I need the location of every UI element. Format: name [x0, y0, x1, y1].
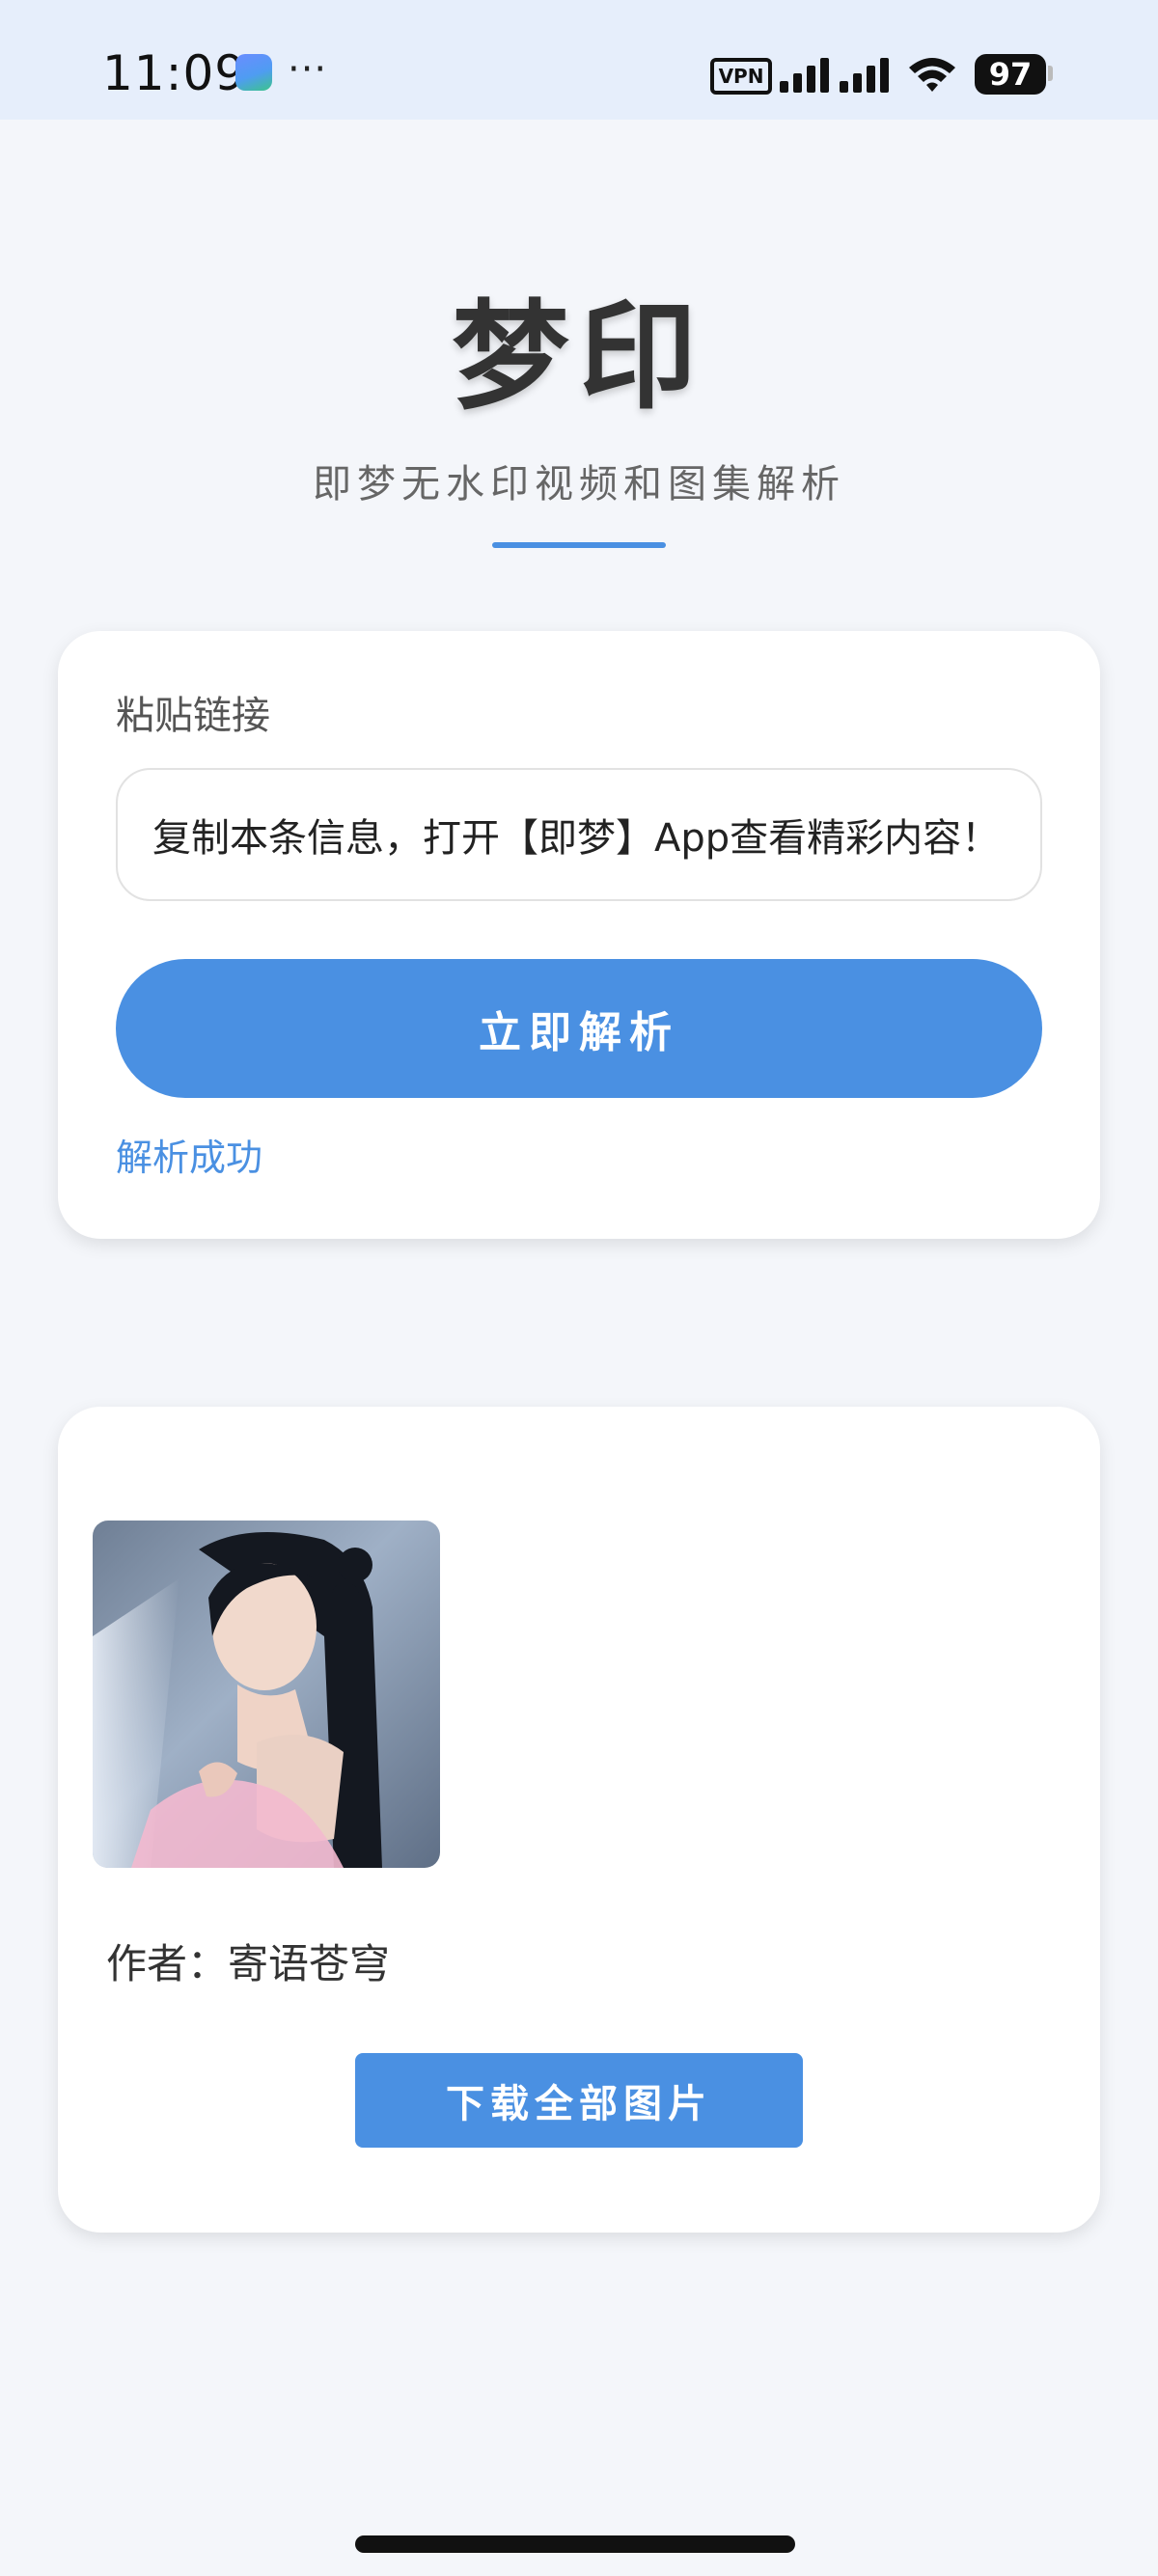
- more-notifications-icon: ···: [288, 47, 328, 92]
- battery-tip: [1048, 66, 1053, 81]
- status-time: 11:09: [102, 45, 247, 101]
- page-title: 梦印: [452, 288, 706, 425]
- author-line: 作者：寄语苍穹: [106, 1940, 391, 1987]
- signal-icon: [780, 58, 889, 93]
- parse-button[interactable]: 立即解析: [116, 959, 1042, 1098]
- paste-link-label: 粘贴链接: [116, 694, 270, 738]
- vpn-icon: VPN: [710, 58, 772, 95]
- link-input[interactable]: [116, 768, 1042, 901]
- status-bar: 11:09 ··· VPN 97: [0, 0, 1158, 120]
- result-image-thumbnail[interactable]: [93, 1521, 440, 1868]
- parse-status-text: 解析成功: [116, 1137, 263, 1179]
- download-all-images-button[interactable]: 下载全部图片: [355, 2053, 803, 2148]
- battery-icon: 97: [975, 54, 1046, 95]
- portrait-image: [93, 1521, 440, 1868]
- page-subtitle: 即梦无水印视频和图集解析: [313, 462, 845, 507]
- app-notification-icon: [235, 54, 272, 91]
- home-indicator[interactable]: [355, 2535, 795, 2553]
- wifi-icon: [909, 58, 955, 92]
- title-underline: [492, 542, 666, 548]
